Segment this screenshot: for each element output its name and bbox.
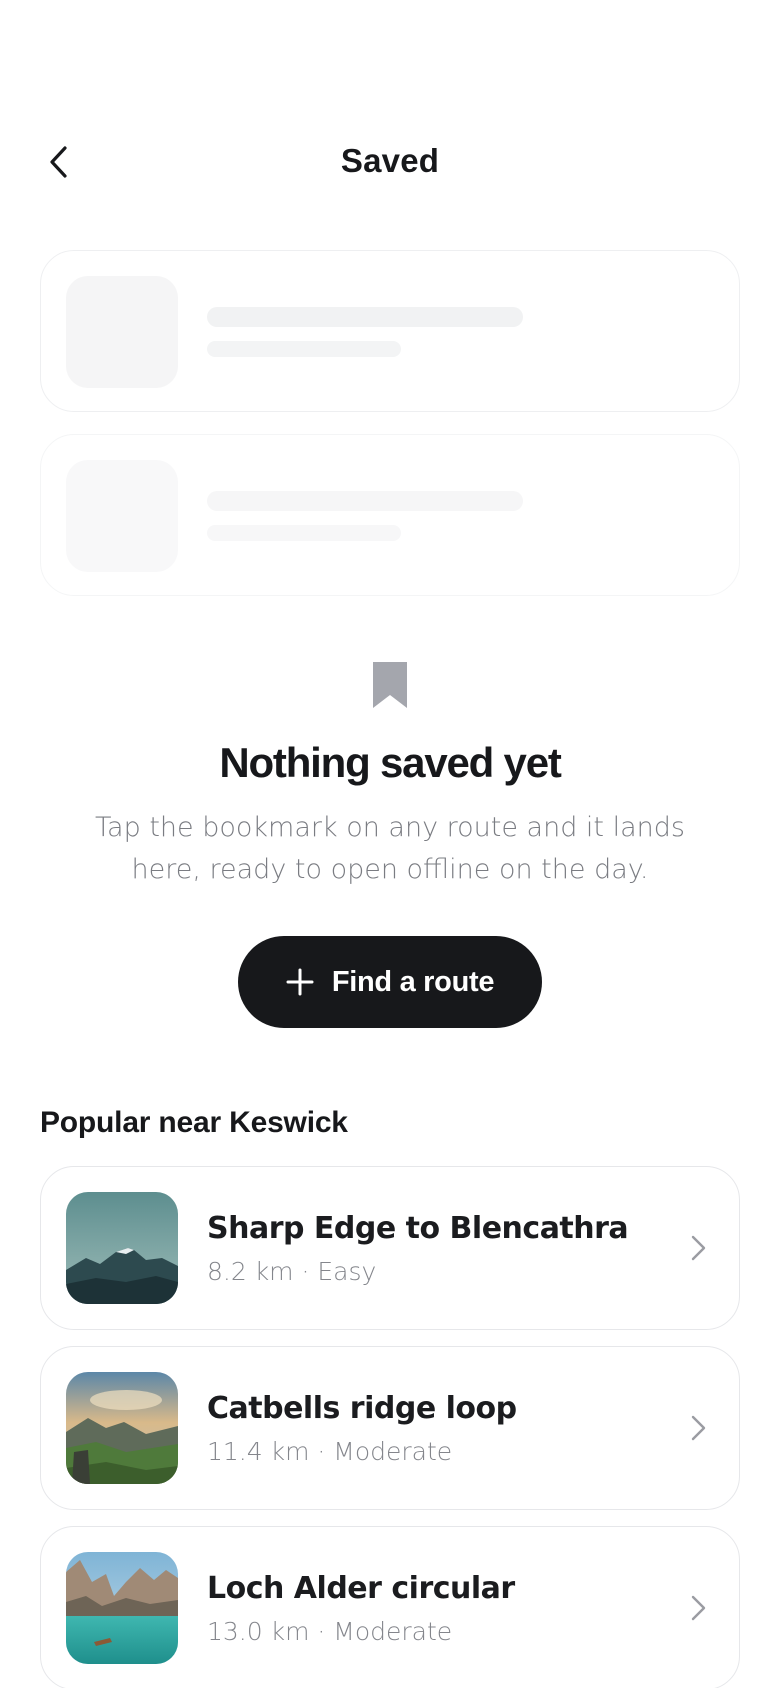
- route-name: Loch Alder circular: [207, 1571, 515, 1606]
- plus-icon: [286, 968, 314, 996]
- chevron-right-icon: [691, 1595, 706, 1621]
- empty-state-title: Nothing saved yet: [219, 739, 562, 786]
- chevron-right-icon: [691, 1235, 706, 1261]
- skeleton-line: [207, 525, 401, 541]
- route-thumbnail: [66, 1372, 178, 1484]
- route-card[interactable]: Catbells ridge loop 11.4 km · Moderate: [40, 1346, 740, 1510]
- route-meta: 8.2 km · Easy: [207, 1257, 377, 1286]
- skeleton-card: [40, 434, 740, 596]
- find-route-label: Find a route: [331, 965, 495, 998]
- route-thumbnail: [66, 1552, 178, 1664]
- route-card[interactable]: Sharp Edge to Blencathra 8.2 km · Easy: [40, 1166, 740, 1330]
- route-meta: 13.0 km · Moderate: [207, 1617, 453, 1646]
- page-title: Saved: [340, 142, 440, 179]
- section-title: Popular near Keswick: [40, 1106, 348, 1139]
- find-route-button[interactable]: Find a route: [238, 936, 542, 1028]
- skeleton-line: [207, 341, 401, 357]
- top-bar: Saved: [0, 120, 780, 204]
- skeleton-line: [207, 307, 523, 327]
- route-meta: 11.4 km · Moderate: [207, 1437, 453, 1466]
- empty-state: Nothing saved yet Tap the bookmark on an…: [0, 660, 780, 891]
- skeleton-line: [207, 491, 523, 511]
- skeleton-card: [40, 250, 740, 412]
- route-name: Catbells ridge loop: [207, 1391, 517, 1426]
- empty-state-description: Tap the bookmark on any route and it lan…: [95, 812, 685, 885]
- route-name: Sharp Edge to Blencathra: [207, 1211, 629, 1246]
- bookmark-icon: [373, 662, 407, 708]
- route-card[interactable]: Loch Alder circular 13.0 km · Moderate: [40, 1526, 740, 1688]
- route-thumbnail: [66, 1192, 178, 1304]
- skeleton-thumbnail: [66, 460, 178, 572]
- skeleton-thumbnail: [66, 276, 178, 388]
- chevron-right-icon: [691, 1415, 706, 1441]
